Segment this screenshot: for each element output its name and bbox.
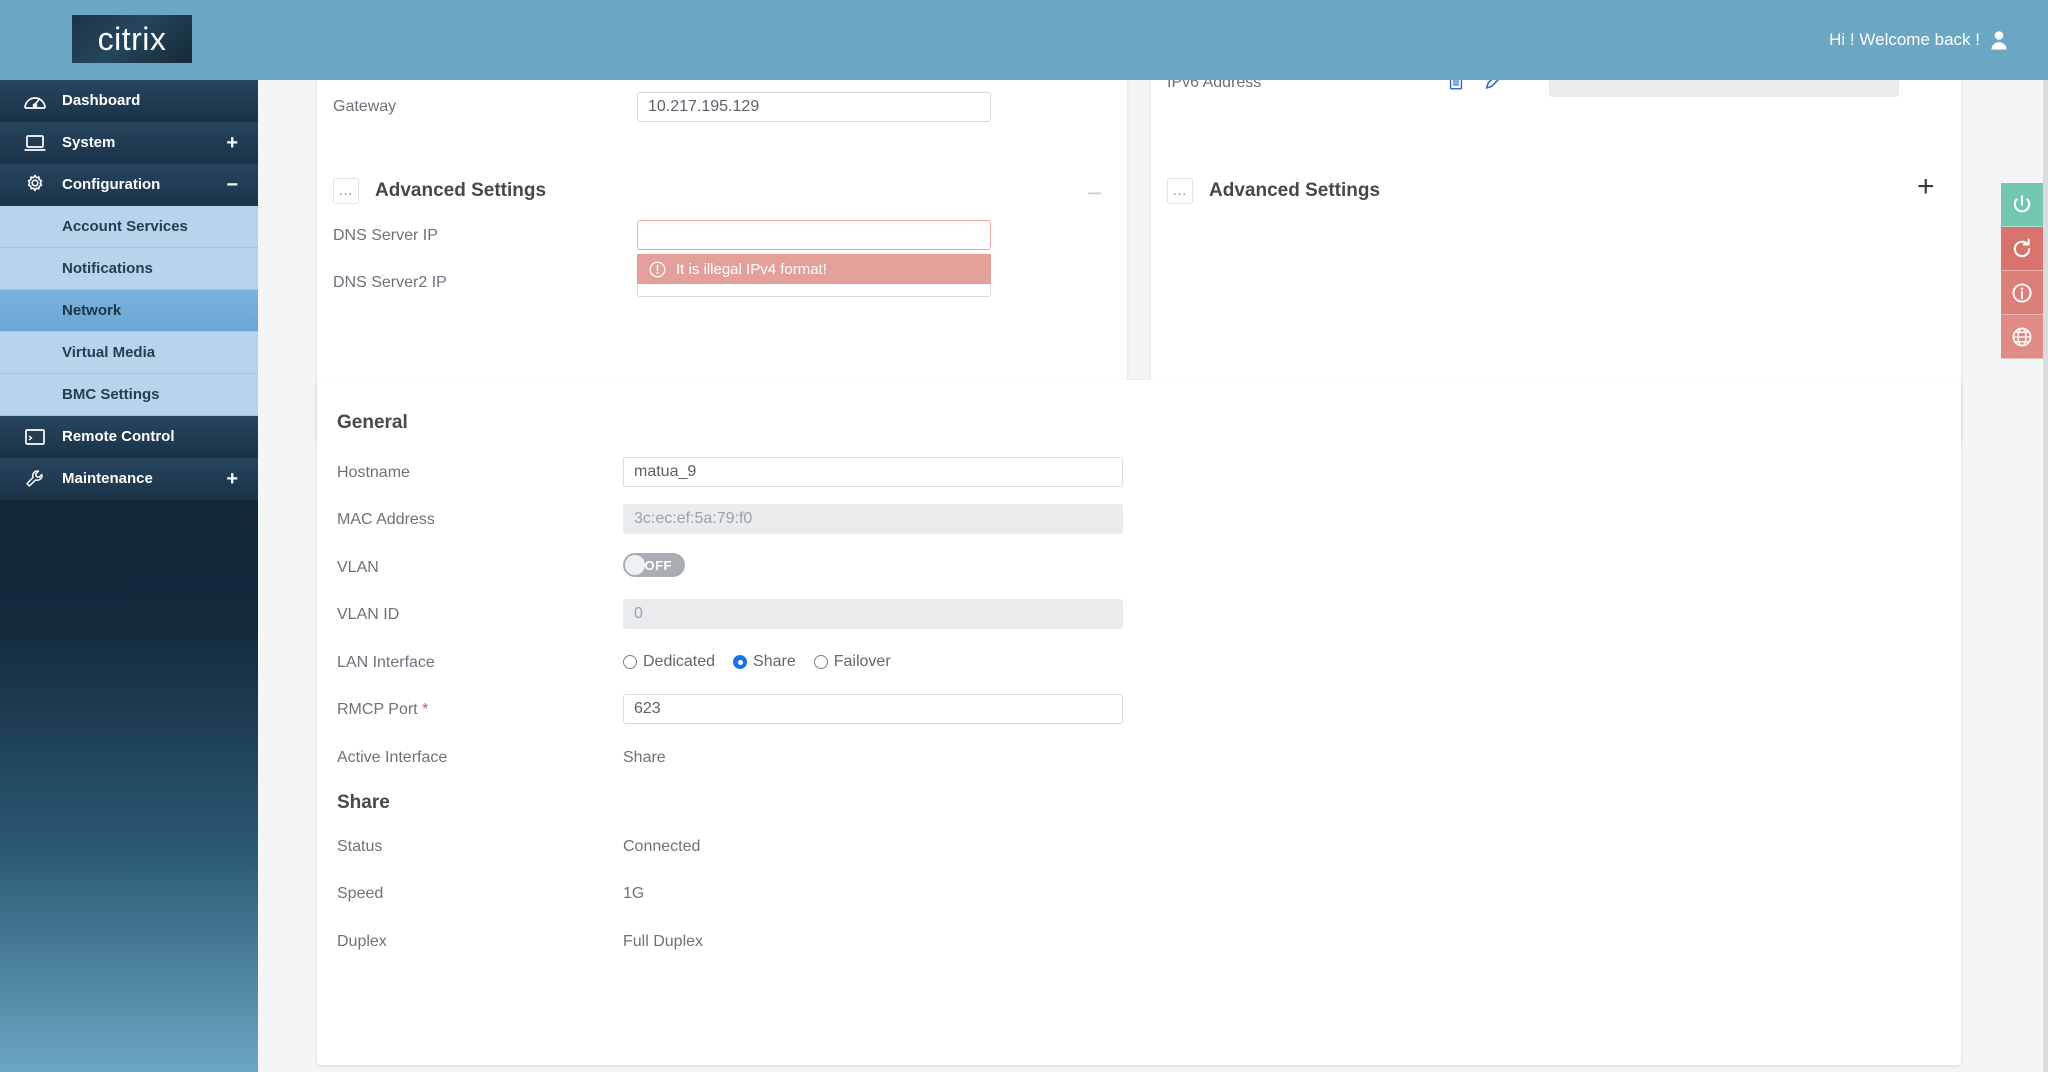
page-scrollbar[interactable] (2043, 80, 2048, 1072)
general-section-title: General (337, 412, 408, 433)
duplex-label: Duplex (337, 933, 387, 950)
mac-address-input: 3c:ec:ef:5a:79:f0 (623, 504, 1123, 534)
dns-server2-ip-label: DNS Server2 IP (333, 274, 447, 291)
hostname-value: matua_9 (634, 463, 697, 480)
pencil-edit-icon[interactable] (1482, 80, 1508, 93)
active-interface-value: Share (623, 749, 666, 766)
sidebar-item-remote-control[interactable]: Remote Control (0, 416, 258, 458)
terminal-window-icon (22, 426, 48, 448)
trash-icon[interactable] (1445, 80, 1467, 92)
duplex-value: Full Duplex (623, 933, 704, 950)
reset-refresh-icon[interactable] (2001, 227, 2043, 271)
sidebar-item-virtual-media[interactable]: Virtual Media (0, 332, 258, 374)
vlan-toggle-state: OFF (644, 557, 672, 573)
gateway-input[interactable]: 10.217.195.129 (637, 92, 991, 122)
rmcp-port-input[interactable]: 623 (623, 694, 1123, 724)
vlan-id-input: 0 (623, 599, 1123, 629)
ipv6-advanced-settings-header: … Advanced Settings (1167, 178, 1380, 204)
citrix-logo[interactable]: citrix (72, 15, 192, 63)
alert-circle-icon (649, 261, 666, 277)
wrench-icon (22, 468, 48, 490)
vlan-toggle[interactable]: OFF (623, 553, 685, 577)
radio-dedicated[interactable] (623, 655, 637, 669)
sidebar-item-label: Maintenance (62, 470, 153, 487)
sidebar-toggle-system[interactable]: + (226, 133, 238, 153)
share-section-title: Share (337, 792, 390, 813)
status-label: Status (337, 838, 383, 855)
sidebar-item-label: Dashboard (62, 92, 141, 109)
toggle-knob (625, 555, 645, 575)
sidebar-toggle-configuration[interactable]: − (226, 175, 238, 195)
advanced-dots-icon[interactable]: … (1167, 178, 1193, 204)
ipv6-advanced-expand-button[interactable]: + (1917, 172, 1935, 202)
laptop-icon (22, 132, 48, 154)
ipv4-advanced-collapse-button[interactable]: − (1087, 180, 1102, 206)
sidebar-item-bmc-settings[interactable]: BMC Settings (0, 374, 258, 416)
ipv4-format-error-tooltip: It is illegal IPv4 format! (637, 254, 991, 284)
sidebar-toggle-maintenance[interactable]: + (226, 469, 238, 489)
error-message-text: It is illegal IPv4 format! (676, 260, 827, 278)
vlan-label: VLAN (337, 559, 379, 576)
gateway-label: Gateway (333, 98, 397, 115)
speed-label: Speed (337, 885, 384, 902)
top-header-bar: citrix Hi ! Welcome back ! (0, 0, 2048, 80)
sidebar-subitem-label: Notifications (62, 260, 153, 277)
sidebar-nav: Dashboard System + Configuration − Accou… (0, 80, 258, 500)
quick-action-rail (2001, 183, 2043, 359)
sidebar-item-label: Configuration (62, 176, 161, 193)
hostname-label: Hostname (337, 464, 410, 481)
power-icon[interactable] (2001, 183, 2043, 227)
required-asterisk: * (422, 701, 429, 718)
radio-failover-label: Failover (833, 653, 891, 670)
advanced-settings-title: Advanced Settings (1209, 180, 1381, 201)
sidebar-item-dashboard[interactable]: Dashboard (0, 80, 258, 122)
sidebar-item-network[interactable]: Network (0, 290, 258, 332)
rmcp-port-label: RMCP Port * (337, 701, 428, 719)
sidebar-subitem-label: Account Services (62, 218, 188, 235)
mac-address-label: MAC Address (337, 511, 435, 528)
radio-failover[interactable] (813, 655, 828, 669)
bmc-web-console: citrix Hi ! Welcome back ! Dashboard Sys… (0, 0, 2048, 1072)
welcome-area[interactable]: Hi ! Welcome back ! (1829, 0, 2008, 80)
advanced-settings-title: Advanced Settings (375, 180, 547, 201)
radio-share[interactable] (733, 655, 748, 669)
ipv6-address-label: IPv6 Address (1167, 80, 1262, 91)
lan-interface-radio-group: Dedicated Share Failover (623, 653, 903, 671)
sidebar-item-notifications[interactable]: Notifications (0, 248, 258, 290)
radio-share-label: Share (753, 653, 796, 670)
sidebar-subitem-label: Virtual Media (62, 344, 156, 361)
lan-interface-label: LAN Interface (337, 654, 435, 671)
dashboard-gauge-icon (22, 90, 48, 112)
citrix-logo-text: citrix (97, 21, 167, 57)
speed-value: 1G (623, 885, 645, 902)
main-content-scroll[interactable]: Gateway 10.217.195.129 … Advanced Settin… (258, 80, 2048, 1072)
ipv4-advanced-settings-header: … Advanced Settings (333, 178, 546, 204)
left-sidebar: Dashboard System + Configuration − Accou… (0, 80, 258, 1072)
advanced-dots-icon[interactable]: … (333, 178, 359, 204)
dns-server-ip-label: DNS Server IP (333, 227, 438, 244)
hostname-input[interactable]: matua_9 (623, 457, 1123, 487)
sidebar-subitem-label: Network (62, 302, 122, 319)
ipv6-address-input (1549, 80, 1899, 97)
welcome-text: Hi ! Welcome back ! (1829, 30, 1980, 49)
rmcp-port-label-text: RMCP Port (337, 701, 418, 718)
gear-icon (22, 174, 48, 196)
dns-server-ip-input[interactable] (637, 220, 991, 250)
status-value: Connected (623, 838, 701, 855)
globe-icon[interactable] (2001, 315, 2043, 359)
vlan-id-label: VLAN ID (337, 606, 400, 623)
sidebar-subitem-label: BMC Settings (62, 386, 160, 403)
sidebar-item-account-services[interactable]: Account Services (0, 206, 258, 248)
sidebar-item-configuration[interactable]: Configuration − (0, 164, 258, 206)
sidebar-item-system[interactable]: System + (0, 122, 258, 164)
sidebar-item-label: System (62, 134, 116, 151)
info-icon[interactable] (2001, 271, 2043, 315)
sidebar-item-label: Remote Control (62, 428, 175, 445)
general-settings-panel: General Hostname matua_9 MAC Address 3c:… (317, 380, 1961, 1065)
user-avatar-icon[interactable] (1990, 30, 2008, 50)
radio-dedicated-label: Dedicated (643, 653, 716, 670)
active-interface-label: Active Interface (337, 749, 448, 766)
sidebar-item-maintenance[interactable]: Maintenance + (0, 458, 258, 500)
